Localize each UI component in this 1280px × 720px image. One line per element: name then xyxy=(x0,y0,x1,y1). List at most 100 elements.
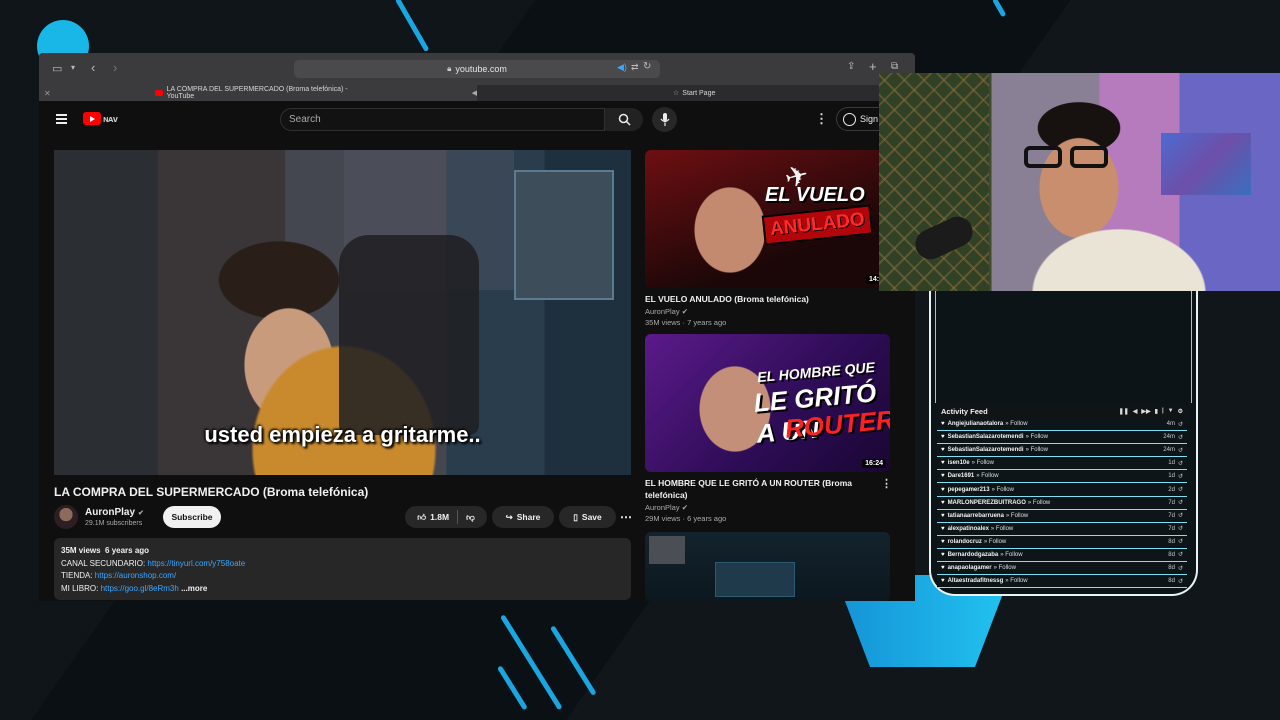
activity-feed-list: ♥ Angiejulianaotalora» Follow 4m ↺ ♥ Sebastia… xyxy=(937,418,1187,589)
webcam-glasses xyxy=(1024,146,1124,170)
share-icon[interactable]: ⇪ xyxy=(847,61,855,72)
follow-action: » Follow xyxy=(1005,512,1029,519)
channel-avatar[interactable] xyxy=(54,505,78,529)
list-item[interactable]: ♥ anapaolagamer» Follow 8d ↺ xyxy=(937,562,1187,576)
show-more-link[interactable]: ...more xyxy=(181,584,207,593)
translate-icon[interactable]: ⇄ xyxy=(631,62,639,73)
skip-icon[interactable]: ▶▶ xyxy=(1141,408,1150,415)
chevron-down-icon[interactable]: ▾ xyxy=(71,63,75,72)
replay-icon[interactable]: ↺ xyxy=(1178,499,1183,506)
list-item[interactable]: ♥ tatianaarrebarruena» Follow 7d ↺ xyxy=(937,509,1187,523)
tab-overview-icon[interactable]: ⧉ xyxy=(891,61,898,72)
list-item[interactable]: ♥ Altaestradafitnessg» Follow 8d ↺ xyxy=(937,575,1187,589)
shop-link[interactable]: https://auronshop.com/ xyxy=(95,571,176,580)
pause-icon[interactable]: ❚❚ xyxy=(1119,408,1129,415)
menu-icon[interactable] xyxy=(56,114,67,126)
search-button[interactable] xyxy=(605,108,643,131)
reload-icon[interactable]: ↻ xyxy=(643,61,651,72)
list-item[interactable]: ♥ MARLONPEREZBUITRAGO» Follow 7d ↺ xyxy=(937,496,1187,510)
description-box[interactable]: 35M views 6 years ago CANAL SECUNDARIO: … xyxy=(54,538,631,600)
recommendation-title[interactable]: EL HOMBRE QUE LE GRITÓ A UN ROUTER (Brom… xyxy=(645,477,855,501)
tab-start-page[interactable]: ☆ Start Page xyxy=(673,85,715,101)
share-button[interactable]: ↪ Share xyxy=(492,506,554,528)
list-item[interactable]: ♥ SebastianSalazarotemendi» Follow 24m ↺ xyxy=(937,431,1187,445)
list-item[interactable]: ♥ Bernardodgazaba» Follow 8d ↺ xyxy=(937,548,1187,563)
like-count[interactable]: 1.8M xyxy=(430,512,449,522)
replay-icon[interactable]: ↺ xyxy=(1178,473,1183,480)
volume-icon[interactable]: ◀︎ xyxy=(1133,408,1138,415)
back-icon[interactable]: ‹ xyxy=(91,60,95,75)
book-link[interactable]: https://goo.gl/8eRm3h xyxy=(101,584,179,593)
follower-name: Altaestradafitnessg xyxy=(947,578,1004,585)
new-tab-icon[interactable]: + xyxy=(869,59,877,74)
recommendation-item[interactable]: EL HOMBRE QUE LE GRITÓ A UN ROUTER 16:24… xyxy=(645,334,895,523)
recommendation-thumbnail[interactable]: ✈ EL VUELO ANULADO 14:5 xyxy=(645,150,890,288)
recommendation-channel[interactable]: AuronPlay ✔ xyxy=(645,307,895,316)
replay-icon[interactable]: ↺ xyxy=(1178,421,1183,428)
address-bar[interactable]: 🔒︎ youtube.com xyxy=(294,60,660,78)
subscribe-button[interactable]: Subscribe xyxy=(163,506,221,528)
channel-name-row[interactable]: AuronPlay ✔ xyxy=(85,507,144,518)
recommendation-thumbnail[interactable] xyxy=(645,532,890,601)
list-item[interactable]: ♥ pepegamer213» Follow 2d ↺ xyxy=(937,483,1187,497)
save-button[interactable]: ▯ Save xyxy=(559,506,616,528)
tab-youtube[interactable]: ✕ LA COMPRA DEL SUPERMERCADO (Broma tele… xyxy=(39,85,477,101)
video-player[interactable]: usted empieza a gritarme.. xyxy=(54,150,631,475)
list-item[interactable]: ♥ Angiejulianaotalora» Follow 4m ↺ xyxy=(937,418,1187,432)
replay-icon[interactable]: ↺ xyxy=(1178,434,1183,441)
list-item[interactable]: ♥ Dare1691» Follow 1d ↺ xyxy=(937,470,1187,484)
channel-name[interactable]: AuronPlay xyxy=(645,503,680,512)
forward-icon[interactable]: › xyxy=(113,60,117,75)
list-item[interactable]: ♥ rolandocruz» Follow 8d ↺ xyxy=(937,535,1187,549)
replay-icon[interactable]: ↺ xyxy=(1178,447,1183,454)
replay-icon[interactable]: ↺ xyxy=(1178,551,1183,558)
voice-search-button[interactable] xyxy=(652,107,677,132)
secondary-channel-link[interactable]: https://tinyurl.com/y758oate xyxy=(147,559,245,568)
channel-name[interactable]: AuronPlay xyxy=(645,307,680,316)
filter-icon[interactable]: ▼ xyxy=(1168,408,1174,415)
like-dislike-group: 👍︎ 1.8M 👎︎ xyxy=(405,506,487,528)
separator-icon: | xyxy=(1161,408,1164,414)
list-item[interactable]: ♥ alexpatinoalex» Follow 7d ↺ xyxy=(937,522,1187,536)
sidebar-toggle-icon[interactable]: ▭ xyxy=(52,62,62,75)
recommendation-item[interactable]: ✈ EL VUELO ANULADO 14:5 EL VUELO ANULADO… xyxy=(645,150,895,327)
replay-icon[interactable]: ↺ xyxy=(1178,525,1183,532)
gear-icon[interactable]: ⚙ xyxy=(1178,408,1183,415)
video-subtitle: usted empieza a gritarme.. xyxy=(204,422,481,447)
youtube-logo[interactable]: ɴᴀᴠ xyxy=(83,112,118,125)
replay-icon[interactable]: ↺ xyxy=(1178,538,1183,545)
replay-icon[interactable]: ↺ xyxy=(1178,486,1183,493)
heart-icon: ♥ xyxy=(941,578,945,585)
replay-icon[interactable]: ↺ xyxy=(1178,512,1183,519)
trash-icon[interactable]: ▮ xyxy=(1155,408,1158,415)
search-input[interactable]: Search xyxy=(280,108,605,131)
tab-bar: ✕ LA COMPRA DEL SUPERMERCADO (Broma tele… xyxy=(39,85,915,101)
recommendation-channel[interactable]: AuronPlay ✔ xyxy=(645,503,895,512)
recommendation-title[interactable]: EL VUELO ANULADO (Broma telefónica) xyxy=(645,293,855,305)
recommendation-item[interactable] xyxy=(645,532,895,601)
list-item[interactable]: ♥ isen10e» Follow 1d ↺ xyxy=(937,457,1187,471)
more-actions-icon[interactable]: ⋯ xyxy=(620,506,632,528)
recommendation-kebab-icon[interactable]: ⋮ xyxy=(881,477,892,490)
heart-icon: ♥ xyxy=(941,434,945,441)
replay-icon[interactable]: ↺ xyxy=(1178,460,1183,467)
thumbs-down-icon[interactable]: 👎︎ xyxy=(466,512,475,523)
account-icon xyxy=(843,112,856,126)
settings-kebab-icon[interactable]: ⋮ xyxy=(815,111,828,127)
replay-icon[interactable]: ↺ xyxy=(1178,578,1183,585)
recommendation-thumbnail[interactable]: EL HOMBRE QUE LE GRITÓ A UN ROUTER 16:24 xyxy=(645,334,890,472)
follow-action: » Follow xyxy=(971,460,994,467)
speaker-icon[interactable]: ◀︎ xyxy=(472,89,477,97)
event-time: 2d xyxy=(1168,486,1175,493)
close-tab-icon[interactable]: ✕ xyxy=(44,89,51,98)
follower-name: Angiejulianaotalora xyxy=(947,421,1004,428)
channel-name[interactable]: AuronPlay xyxy=(85,507,135,518)
event-time: 8d xyxy=(1168,578,1175,585)
share-arrow-icon: ↪ xyxy=(505,511,513,522)
youtube-favicon-icon xyxy=(154,90,163,96)
thumbs-up-icon[interactable]: 👍︎ xyxy=(417,512,426,523)
event-time: 7d xyxy=(1168,512,1175,519)
audio-icon[interactable]: ◀︎) xyxy=(617,62,627,73)
replay-icon[interactable]: ↺ xyxy=(1178,565,1183,572)
list-item[interactable]: ♥ SebastianSalazarotemendi» Follow 24m ↺ xyxy=(937,444,1187,458)
